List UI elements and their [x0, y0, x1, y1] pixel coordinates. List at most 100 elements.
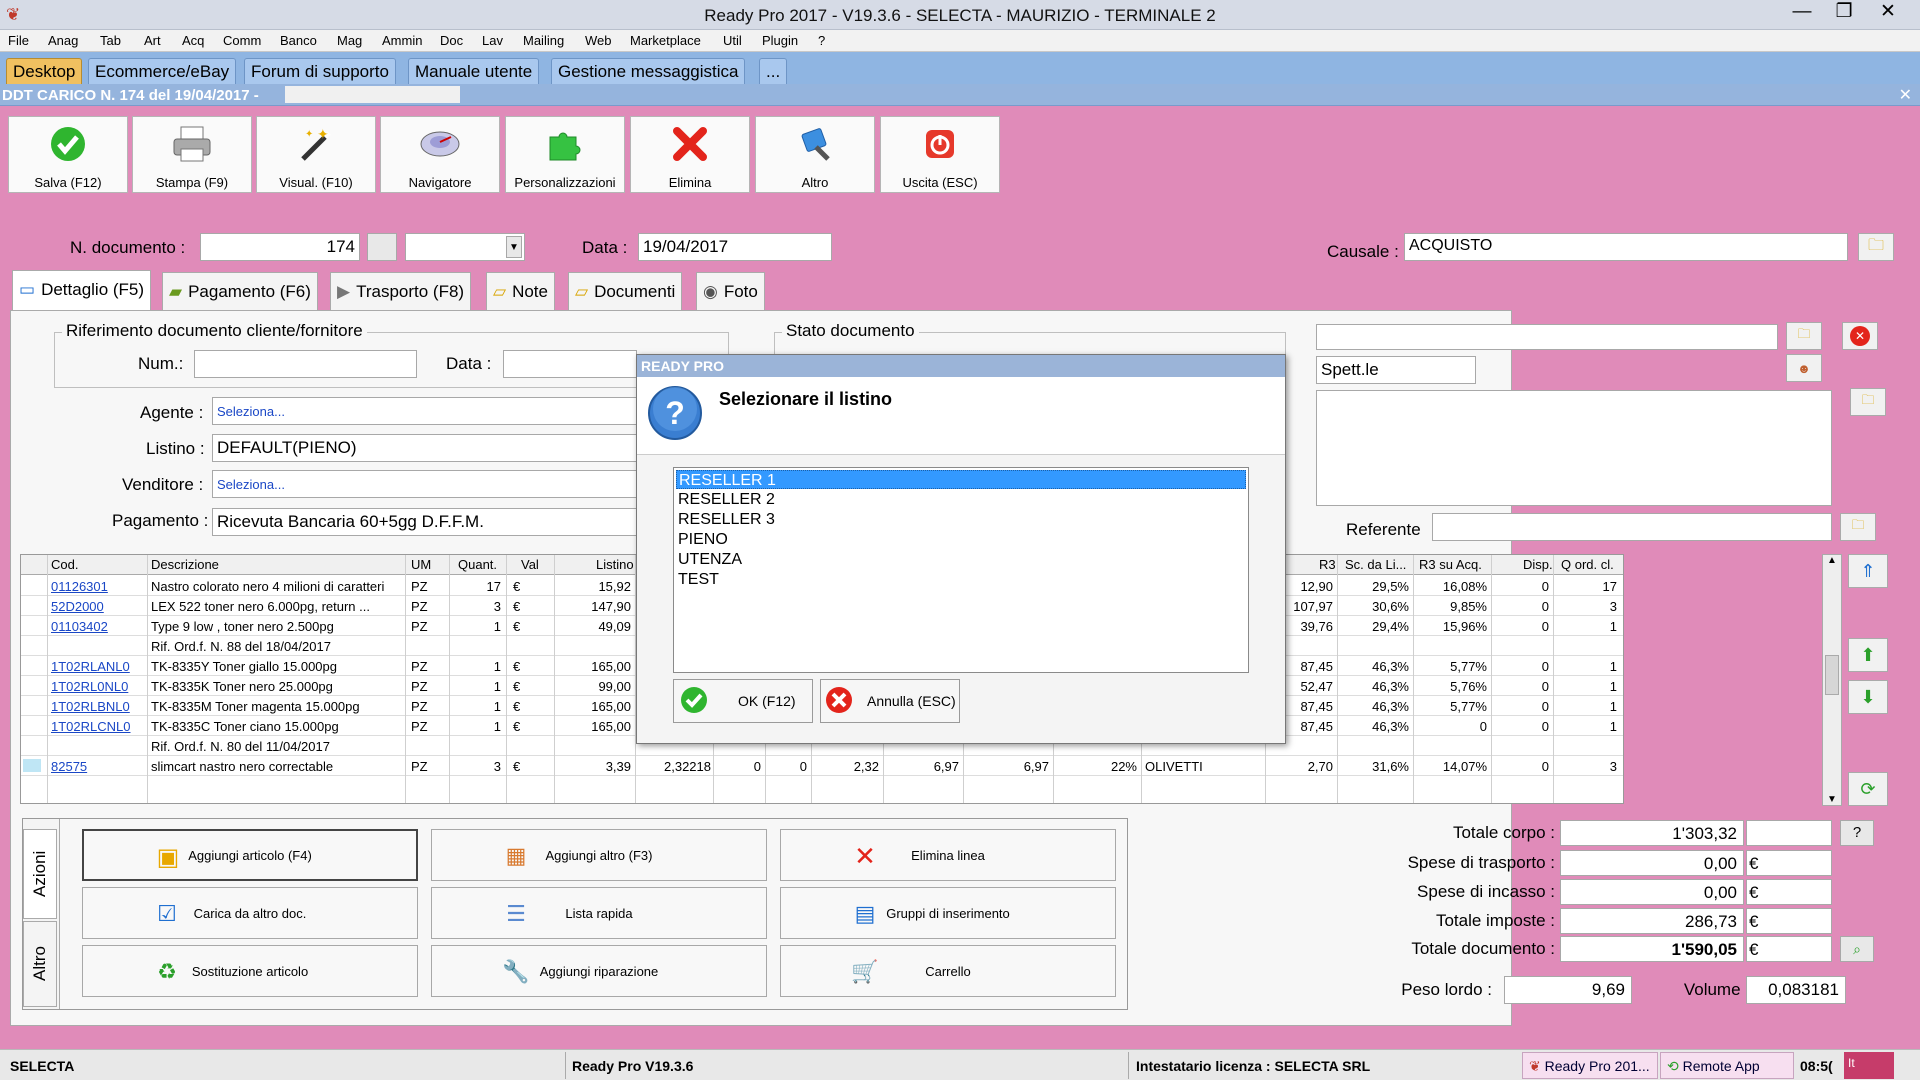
menu-file[interactable]: File — [8, 33, 29, 48]
spett-field[interactable]: Spett.le — [1316, 356, 1476, 384]
referente-folder-button[interactable]: 🗀 — [1840, 513, 1876, 541]
customer-folder-button[interactable]: 🗀 — [1786, 322, 1822, 350]
scroll-up-icon[interactable]: ▲ — [1823, 555, 1841, 566]
listino-option[interactable]: RESELLER 1 — [676, 470, 1246, 489]
scroll-down-icon[interactable]: ▼ — [1823, 794, 1841, 805]
add-other-button[interactable]: ▦ Aggiungi altro (F3) — [431, 829, 767, 881]
customer-name-field[interactable] — [1316, 324, 1778, 350]
tab-dettaglio[interactable]: ▭ Dettaglio (F5) — [12, 270, 152, 312]
causale-input[interactable]: ACQUISTO — [1404, 233, 1848, 261]
menu-plugin[interactable]: Plugin — [762, 33, 798, 48]
close-document-icon[interactable]: ✕ — [1899, 85, 1912, 105]
menu-util[interactable]: Util — [723, 33, 742, 48]
cell-cod[interactable]: 52D2000 — [51, 599, 143, 614]
col-r3[interactable]: R3 — [1319, 557, 1336, 572]
col-um[interactable]: UM — [411, 557, 431, 572]
ndoc-input[interactable]: 174 — [200, 233, 360, 261]
tab-manuale[interactable]: Manuale utente — [408, 58, 540, 84]
tab-azioni[interactable]: Azioni — [23, 829, 57, 919]
delete-button[interactable]: Elimina — [630, 116, 750, 193]
tab-desktop[interactable]: Desktop — [6, 58, 83, 84]
table-row[interactable]: 82575 slimcart nastro nero correctable PZ 3… — [21, 756, 1623, 776]
customer-person-button[interactable]: ☻ — [1786, 354, 1822, 382]
scroll-thumb[interactable] — [1825, 655, 1839, 695]
language-indicator[interactable]: It — [1844, 1052, 1894, 1079]
referente-input[interactable] — [1432, 513, 1832, 541]
spese-trasporto-value[interactable]: 0,00 — [1560, 850, 1744, 876]
col-qord[interactable]: Q ord. cl. — [1561, 557, 1614, 572]
ndoc-suffix-button[interactable] — [367, 233, 397, 261]
move-top-button[interactable]: ⇑ — [1848, 554, 1888, 588]
peso-value[interactable]: 9,69 — [1504, 976, 1632, 1004]
col-disp[interactable]: Disp. — [1523, 557, 1553, 572]
cell-cod[interactable]: 1T02RLCNL0 — [51, 719, 143, 734]
col-r3-acq[interactable]: R3 su Acq. — [1419, 557, 1482, 572]
causale-folder-button[interactable]: 🗀 — [1858, 233, 1894, 261]
col-val[interactable]: Val — [521, 557, 539, 572]
save-button[interactable]: Salva (F12) — [8, 116, 128, 193]
cell-cod[interactable]: 1T02RLBNL0 — [51, 699, 143, 714]
menu-comm[interactable]: Comm — [223, 33, 261, 48]
tab-pagamento[interactable]: ▰ Pagamento (F6) — [162, 272, 318, 310]
volume-value[interactable]: 0,083181 — [1746, 976, 1846, 1004]
cell-cod[interactable]: 82575 — [51, 759, 143, 774]
grid-scrollbar[interactable]: ▲ ▼ — [1822, 554, 1842, 806]
tab-ecommerce[interactable]: Ecommerce/eBay — [88, 58, 237, 84]
row-selector[interactable] — [23, 759, 41, 772]
listino-option[interactable]: PIENO — [676, 530, 1246, 549]
listino-select[interactable]: DEFAULT(PIENO) — [212, 434, 642, 462]
menu-banco[interactable]: Banco — [280, 33, 317, 48]
listino-option[interactable]: UTENZA — [676, 550, 1246, 569]
add-article-button[interactable]: ▣ Aggiungi articolo (F4) — [82, 829, 418, 881]
cell-cod[interactable]: 01126301 — [51, 579, 143, 594]
preview-button[interactable]: ✦ ✦ Visual. (F10) — [256, 116, 376, 193]
col-listino[interactable]: Listino — [596, 557, 634, 572]
tab-more[interactable]: ... — [759, 58, 788, 84]
tab-foto[interactable]: ◉ Foto — [696, 272, 765, 310]
menu-doc[interactable]: Doc — [440, 33, 463, 48]
tab-note[interactable]: ▱ Note — [486, 272, 555, 310]
refresh-button[interactable]: ⟳ — [1848, 772, 1888, 806]
customize-button[interactable]: Personalizzazioni — [505, 116, 625, 193]
col-descrizione[interactable]: Descrizione — [151, 557, 219, 572]
customer-clear-button[interactable]: ✕ — [1842, 322, 1878, 350]
address-folder-button[interactable]: 🗀 — [1850, 388, 1886, 416]
add-repair-button[interactable]: 🔧 Aggiungi riparazione — [431, 945, 767, 997]
listino-option[interactable]: RESELLER 3 — [676, 510, 1246, 529]
menu-ammin[interactable]: Ammin — [382, 33, 422, 48]
col-cod[interactable]: Cod. — [51, 557, 78, 572]
insert-groups-button[interactable]: ▤ Gruppi di inserimento — [780, 887, 1116, 939]
col-quant[interactable]: Quant. — [458, 557, 497, 572]
menu-web[interactable]: Web — [585, 33, 612, 48]
listino-option[interactable]: TEST — [676, 570, 1246, 589]
spese-incasso-value[interactable]: 0,00 — [1560, 879, 1744, 905]
pagamento-select[interactable]: Ricevuta Bancaria 60+5gg D.F.F.M. — [212, 508, 642, 536]
load-from-doc-button[interactable]: ☑ Carica da altro doc. — [82, 887, 418, 939]
cell-cod[interactable]: 1T02RL0NL0 — [51, 679, 143, 694]
tab-documenti[interactable]: ▱ Documenti — [568, 272, 683, 310]
chevron-down-icon[interactable]: ▼ — [506, 236, 522, 258]
venditore-select[interactable]: Seleziona... — [212, 470, 642, 498]
move-down-button[interactable]: ⬇ — [1848, 680, 1888, 714]
menu-mailing[interactable]: Mailing — [523, 33, 564, 48]
taskbar-remote-app[interactable]: ⟲ Remote App — [1660, 1052, 1794, 1079]
listino-list[interactable]: RESELLER 1 RESELLER 2 RESELLER 3 PIENO U… — [673, 467, 1249, 673]
exit-button[interactable]: Uscita (ESC) — [880, 116, 1000, 193]
quick-list-button[interactable]: ☰ Lista rapida — [431, 887, 767, 939]
tab-messaggistica[interactable]: Gestione messaggistica — [551, 58, 746, 84]
other-button[interactable]: Altro — [755, 116, 875, 193]
tab-forum[interactable]: Forum di supporto — [244, 58, 396, 84]
col-sconto[interactable]: Sc. da Li... — [1345, 557, 1406, 572]
listino-option[interactable]: RESELLER 2 — [676, 490, 1246, 509]
ok-button[interactable]: OK (F12) — [673, 679, 813, 723]
menu-tab[interactable]: Tab — [100, 33, 121, 48]
menu-help[interactable]: ? — [818, 33, 825, 48]
menu-lav[interactable]: Lav — [482, 33, 503, 48]
replace-article-button[interactable]: ♻ Sostituzione articolo — [82, 945, 418, 997]
cell-cod[interactable]: 1T02RLANL0 — [51, 659, 143, 674]
menu-mag[interactable]: Mag — [337, 33, 362, 48]
print-button[interactable]: Stampa (F9) — [132, 116, 252, 193]
navigator-button[interactable]: Navigatore — [380, 116, 500, 193]
menu-art[interactable]: Art — [144, 33, 161, 48]
restore-button[interactable]: ❐ — [1822, 0, 1866, 26]
